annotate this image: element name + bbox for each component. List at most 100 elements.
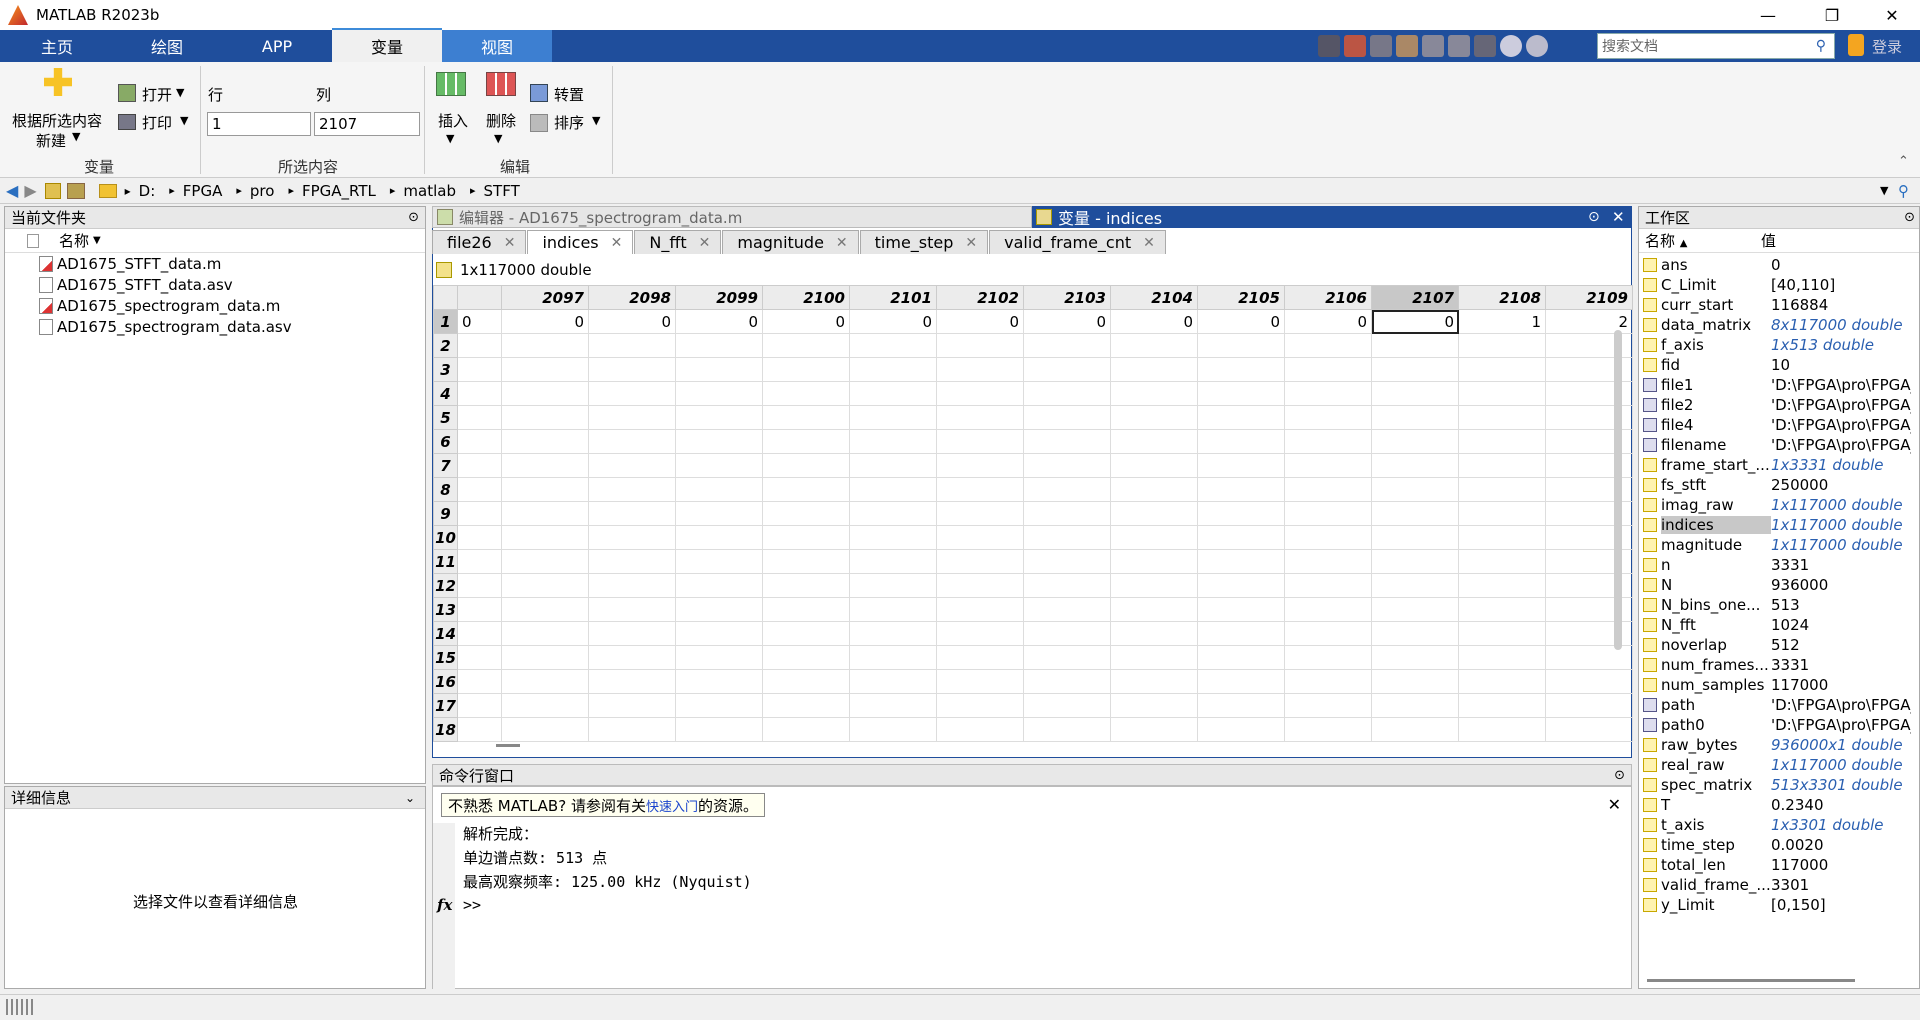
row-header[interactable]: 16: [433, 669, 458, 694]
grid-cell[interactable]: [588, 669, 676, 694]
grid-cell[interactable]: [762, 645, 850, 670]
minimize-button[interactable]: —: [1740, 0, 1796, 30]
grid-cell[interactable]: [501, 501, 589, 526]
grid-cell[interactable]: 0: [588, 309, 676, 334]
grid-cell[interactable]: [762, 525, 850, 550]
grid-cell[interactable]: 0: [675, 309, 763, 334]
print-button[interactable]: 打印: [142, 112, 172, 133]
sort-button[interactable]: 排序: [554, 112, 584, 133]
breadcrumb-d[interactable]: D:: [139, 182, 156, 200]
workspace-var-row[interactable]: C_Limit [40,110]: [1639, 275, 1919, 295]
grid-cell[interactable]: 0: [1023, 309, 1111, 334]
chevron-down-icon[interactable]: ▼: [180, 114, 188, 127]
new-from-selection-label[interactable]: 根据所选内容: [12, 110, 102, 131]
grid-cell[interactable]: [1458, 429, 1546, 454]
var-tab-magnitude[interactable]: magnitude ✕: [722, 230, 859, 254]
workspace-var-row[interactable]: file1 'D:\FPGA\pro\FPGA_: [1639, 375, 1919, 395]
grid-cell[interactable]: [849, 669, 937, 694]
grid-cell[interactable]: [457, 645, 502, 670]
grid-cell[interactable]: [1371, 597, 1459, 622]
close-icon[interactable]: ✕: [836, 235, 848, 251]
browse-folder-icon[interactable]: [66, 182, 85, 199]
workspace-var-row[interactable]: n 3331: [1639, 555, 1919, 575]
grid-cell[interactable]: [1023, 573, 1111, 598]
grid-cell[interactable]: [588, 549, 676, 574]
var-tab-file26[interactable]: file26 ✕: [432, 230, 527, 254]
grid-cell[interactable]: [936, 357, 1024, 382]
grid-cell[interactable]: [936, 405, 1024, 430]
grid-cell[interactable]: [675, 453, 763, 478]
search-input[interactable]: 搜索文档 ⚲: [1597, 33, 1835, 59]
grid-cell[interactable]: [1023, 597, 1111, 622]
redo-icon[interactable]: [1448, 35, 1470, 57]
grid-cell[interactable]: [675, 717, 763, 742]
grid-cell[interactable]: [1284, 501, 1372, 526]
file-item[interactable]: AD1675_STFT_data.m: [5, 253, 425, 274]
new-button[interactable]: 新建: [36, 130, 66, 151]
help-icon[interactable]: [1500, 35, 1522, 57]
close-icon[interactable]: ✕: [965, 235, 977, 251]
grid-cell[interactable]: 0: [936, 309, 1024, 334]
workspace-var-row[interactable]: fs_stft 250000: [1639, 475, 1919, 495]
grid-cell[interactable]: [457, 621, 502, 646]
grid-cell[interactable]: [675, 669, 763, 694]
grid-cell[interactable]: [501, 333, 589, 358]
ws-col-value[interactable]: 值: [1761, 230, 1776, 251]
selected-cell[interactable]: 0: [1371, 309, 1459, 334]
grid-cell[interactable]: [1023, 501, 1111, 526]
grid-cell[interactable]: [1458, 573, 1546, 598]
close-button[interactable]: ✕: [1864, 0, 1920, 30]
grid-cell[interactable]: [1545, 717, 1633, 742]
grid-cell[interactable]: [1197, 645, 1285, 670]
grid-cell[interactable]: [588, 693, 676, 718]
paste-icon[interactable]: [1396, 35, 1418, 57]
grid-cell[interactable]: [1458, 717, 1546, 742]
grid-cell[interactable]: [1458, 525, 1546, 550]
grid-cell[interactable]: [1458, 693, 1546, 718]
grid-cell[interactable]: [1110, 453, 1198, 478]
grid-cell[interactable]: [1284, 645, 1372, 670]
grid-cell[interactable]: [1284, 477, 1372, 502]
horizontal-scrollbar[interactable]: [496, 744, 520, 747]
quick-start-link[interactable]: 快速入门: [646, 796, 698, 815]
grid-cell[interactable]: [1458, 453, 1546, 478]
grid-cell[interactable]: [1197, 333, 1285, 358]
grid-cell[interactable]: [457, 669, 502, 694]
grid-cell[interactable]: [1023, 357, 1111, 382]
grid-cell[interactable]: [1110, 597, 1198, 622]
grid-cell[interactable]: [457, 429, 502, 454]
grid-cell[interactable]: [1197, 525, 1285, 550]
grid-cell[interactable]: [1110, 429, 1198, 454]
col-header[interactable]: 2099: [675, 285, 763, 310]
grid-cell[interactable]: [936, 573, 1024, 598]
grid-cell[interactable]: [588, 645, 676, 670]
switch-windows-icon[interactable]: [1474, 35, 1496, 57]
grid-cell[interactable]: [457, 501, 502, 526]
workspace-var-row[interactable]: file2 'D:\FPGA\pro\FPGA_: [1639, 395, 1919, 415]
grid-cell[interactable]: [849, 501, 937, 526]
grid-cell[interactable]: [849, 573, 937, 598]
grid-cell[interactable]: [1023, 717, 1111, 742]
grid-cell[interactable]: [1458, 357, 1546, 382]
grid-cell[interactable]: [588, 357, 676, 382]
grid-cell[interactable]: [762, 669, 850, 694]
grid-cell[interactable]: [675, 573, 763, 598]
chevron-down-icon[interactable]: ▼: [72, 130, 80, 143]
grid-cell[interactable]: [588, 405, 676, 430]
grid-cell[interactable]: [849, 621, 937, 646]
grid-cell[interactable]: [457, 357, 502, 382]
workspace-var-row[interactable]: f_axis 1x513 double: [1639, 335, 1919, 355]
grid-cell[interactable]: [1371, 381, 1459, 406]
grid-cell[interactable]: [936, 549, 1024, 574]
col-header-selected[interactable]: 2107: [1371, 285, 1459, 310]
row-header[interactable]: 15: [433, 645, 458, 670]
workspace-var-row[interactable]: N_fft 1024: [1639, 615, 1919, 635]
file-item[interactable]: AD1675_spectrogram_data.asv: [5, 316, 425, 337]
grid-cell[interactable]: [762, 693, 850, 718]
grid-cell[interactable]: [762, 357, 850, 382]
workspace-var-row[interactable]: N 936000: [1639, 575, 1919, 595]
workspace-var-row[interactable]: ans 0: [1639, 255, 1919, 275]
workspace-var-row[interactable]: data_matrix 8x117000 double: [1639, 315, 1919, 335]
grid-cell[interactable]: [501, 573, 589, 598]
grid-cell[interactable]: [1110, 549, 1198, 574]
